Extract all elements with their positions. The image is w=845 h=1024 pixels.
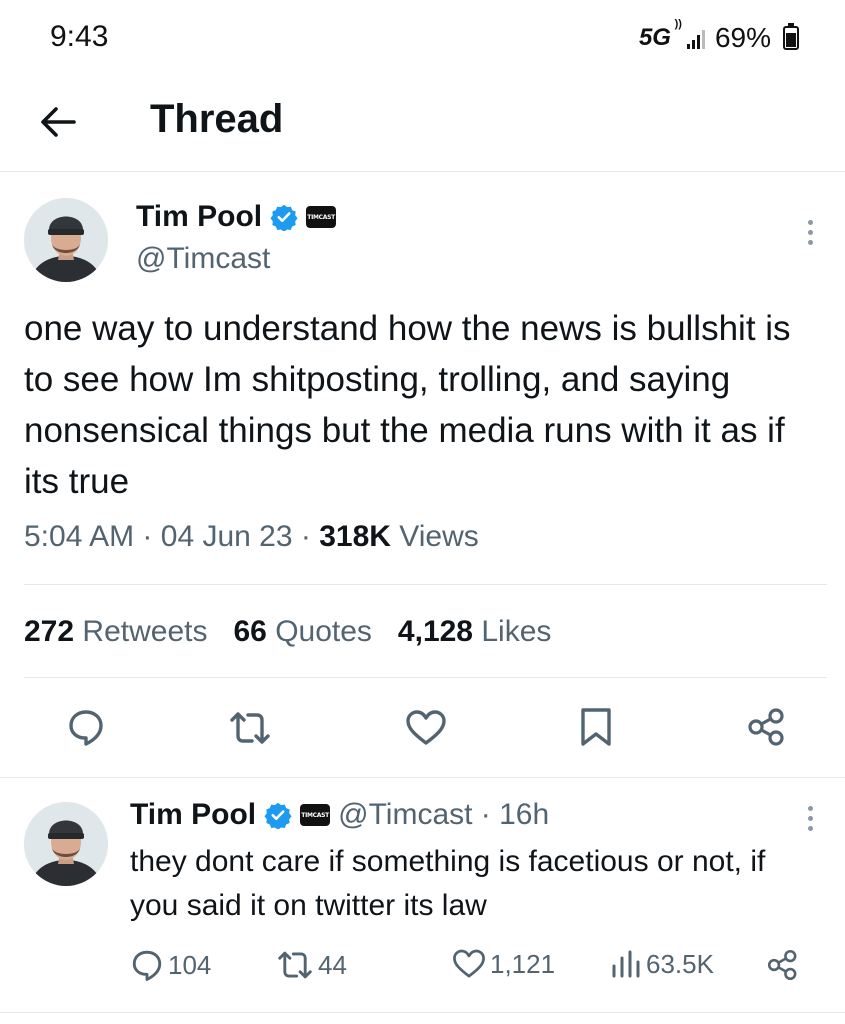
battery-icon [783, 23, 799, 50]
views-count: 63.5K [646, 948, 714, 979]
reply-reply-button[interactable]: 104 [130, 948, 211, 982]
reply-text: they dont care if something is facetious… [130, 845, 766, 922]
author-handle: @Timcast [136, 242, 271, 275]
reply-author-avatar[interactable] [24, 802, 108, 886]
avatar-image [24, 198, 108, 282]
verified-icon [264, 802, 292, 829]
tweet-stats: 272 Retweets 66 Quotes 4,128 Likes [24, 615, 551, 649]
network-indicator: 5G)) [638, 18, 682, 51]
reply-more-options-button[interactable] [798, 800, 822, 836]
bookmark-icon[interactable] [579, 706, 613, 748]
divider [0, 1012, 845, 1013]
quotes-stat[interactable]: 66 Quotes [233, 615, 371, 649]
org-badge: TIMCAST [306, 206, 337, 228]
divider [0, 777, 845, 778]
org-badge: TIMCAST [300, 804, 331, 826]
status-bar: 9:43 5G)) 69% [0, 0, 845, 80]
retweets-stat[interactable]: 272 Retweets [24, 615, 207, 649]
avatar-image [24, 802, 108, 886]
reply-views-button[interactable]: 63.5K [610, 948, 714, 980]
reply-icon [132, 950, 162, 981]
divider [24, 584, 827, 585]
tweet-meta: 5:04 AM · 04 Jun 23 · 318K Views [24, 520, 479, 553]
share-icon [767, 949, 797, 981]
author-avatar[interactable] [24, 198, 108, 282]
share-icon[interactable] [746, 706, 788, 748]
views-label: Views [399, 520, 479, 553]
retweet-count: 44 [318, 949, 347, 980]
reply-retweet-button[interactable]: 44 [276, 948, 347, 982]
tweet-date: 04 Jun 23 [160, 520, 293, 553]
divider [24, 677, 827, 678]
more-options-button[interactable] [798, 214, 822, 250]
reply-handle-time: @Timcast · 16h [338, 798, 550, 831]
reply-share-button[interactable] [766, 948, 800, 982]
like-icon [453, 949, 485, 978]
author-name[interactable]: Tim Pool [136, 200, 262, 234]
views-count: 318K [319, 520, 391, 553]
status-indicators: 5G)) 69% [638, 18, 799, 54]
back-arrow-icon [41, 107, 76, 137]
verified-icon [270, 204, 298, 231]
like-icon[interactable] [405, 709, 447, 747]
views-icon [612, 950, 640, 978]
page-title: Thread [150, 97, 284, 141]
reply-author-name[interactable]: Tim Pool [130, 798, 256, 832]
tweet-time: 5:04 AM [24, 520, 135, 553]
reply-icon[interactable] [66, 707, 106, 747]
signal-icon [686, 27, 705, 49]
battery-percent: 69% [714, 22, 771, 53]
tweet-text: one way to understand how the news is bu… [24, 309, 791, 501]
reply-author-info: Tim Pool TIMCAST @Timcast · 16h [130, 798, 549, 832]
retweet-icon [278, 951, 312, 979]
author-info: Tim Pool TIMCAST [136, 200, 337, 234]
back-button[interactable] [36, 100, 80, 144]
reply-actions: 104 44 1,121 63.5K [130, 948, 810, 984]
status-time: 9:43 [50, 20, 109, 53]
retweet-icon[interactable] [228, 708, 272, 748]
reply-count: 104 [168, 949, 212, 980]
thread-header: Thread [0, 80, 845, 172]
like-count: 1,121 [490, 948, 556, 979]
likes-stat[interactable]: 4,128 Likes [398, 615, 551, 649]
reply-like-button[interactable]: 1,121 [452, 948, 555, 980]
